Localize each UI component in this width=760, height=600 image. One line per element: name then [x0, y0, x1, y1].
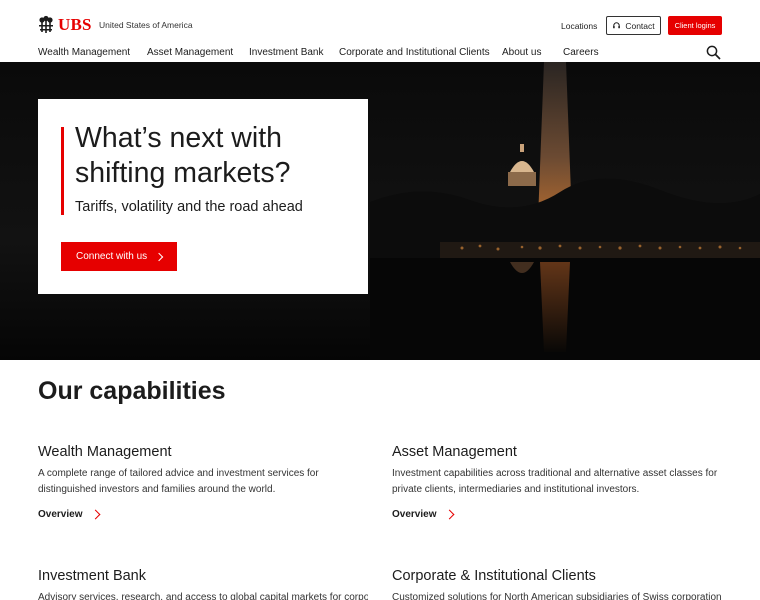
region-selector[interactable]: United States of America [99, 20, 193, 30]
capability-asset-management: Asset Management Investment capabilities… [392, 444, 722, 544]
main-nav: Wealth Management Asset Management Inves… [0, 44, 760, 62]
chevron-right-icon [445, 509, 455, 520]
top-bar: UBS United States of America Locations C… [0, 0, 760, 44]
brand-name: UBS [58, 15, 92, 34]
contact-label: Contact [625, 20, 655, 31]
hero-card: What’s next with shifting markets? Tarif… [38, 99, 368, 294]
capability-wealth-management: Wealth Management A complete range of ta… [38, 444, 368, 544]
hero-subtitle: Tariffs, volatility and the road ahead [75, 199, 303, 215]
capability-description: A complete range of tailored advice and … [38, 468, 319, 495]
capability-title[interactable]: Corporate & Institutional Clients [392, 568, 722, 584]
overview-label: Overview [392, 509, 437, 520]
overview-link[interactable]: Overview [392, 509, 455, 520]
keys-logo-icon [39, 15, 53, 33]
nav-wealth-management[interactable]: Wealth Management [38, 47, 130, 58]
search-icon[interactable] [706, 45, 721, 60]
capability-description: Advisory services, research, and access … [38, 592, 368, 600]
overview-label: Overview [38, 509, 83, 520]
ubs-logo[interactable]: UBS [37, 15, 92, 35]
chevron-right-icon [154, 252, 164, 261]
nav-asset-management[interactable]: Asset Management [147, 47, 233, 58]
nav-corporate-institutional[interactable]: Corporate and Institutional Clients [339, 47, 490, 58]
connect-with-us-button[interactable]: Connect with us [61, 242, 177, 271]
locations-link[interactable]: Locations [561, 21, 597, 31]
capability-title[interactable]: Asset Management [392, 444, 722, 460]
nav-careers[interactable]: Careers [563, 47, 599, 58]
hero-banner: What’s next with shifting markets? Tarif… [0, 62, 760, 360]
headset-icon [613, 22, 621, 29]
hero-accent-bar [61, 127, 64, 215]
capability-corporate-institutional: Corporate & Institutional Clients Custom… [392, 568, 722, 600]
nav-investment-bank[interactable]: Investment Bank [249, 47, 323, 58]
client-logins-button[interactable]: Client logins [668, 16, 722, 35]
connect-button-label: Connect with us [76, 251, 148, 262]
capability-investment-bank: Investment Bank Advisory services, resea… [38, 568, 368, 600]
overview-link[interactable]: Overview [38, 509, 101, 520]
capability-title[interactable]: Investment Bank [38, 568, 368, 584]
capability-title[interactable]: Wealth Management [38, 444, 368, 460]
capability-description: Investment capabilities across tradition… [392, 468, 718, 495]
capability-description: Customized solutions for North American … [392, 592, 722, 600]
hero-title: What’s next with shifting markets? [75, 122, 291, 189]
chevron-right-icon [91, 509, 101, 520]
capabilities-title: Our capabilities [38, 377, 226, 405]
contact-button[interactable]: Contact [606, 16, 661, 35]
nav-about-us[interactable]: About us [502, 47, 541, 58]
